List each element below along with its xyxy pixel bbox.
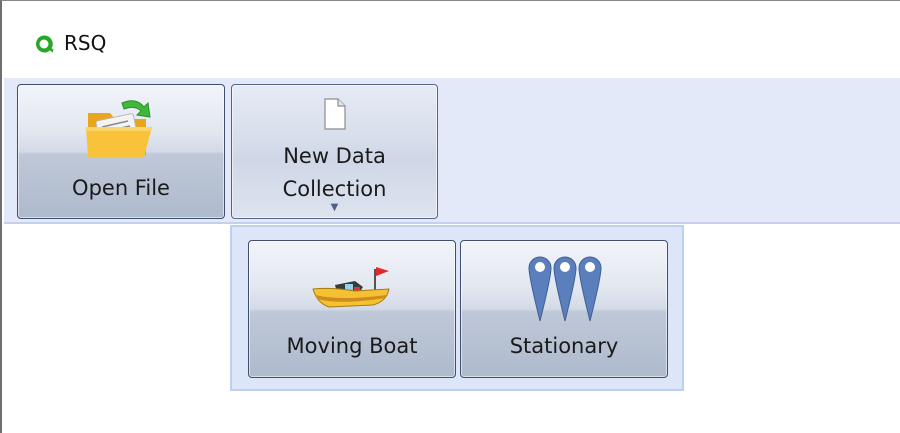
boat-icon [312, 267, 390, 308]
rsq-logo-icon [36, 35, 54, 53]
new-data-collection-button[interactable]: New Data Collection ▼ [231, 84, 438, 219]
open-file-button[interactable]: Open File [17, 84, 225, 219]
app-window: RSQ Open File New Data Collection ▼ Movi… [0, 0, 900, 433]
stationary-button[interactable]: Stationary [460, 240, 668, 378]
folder-open-icon [86, 100, 152, 157]
location-pins-icon [528, 256, 602, 322]
moving-boat-button[interactable]: Moving Boat [248, 240, 456, 378]
ribbon-divider [4, 222, 900, 224]
title-bar: RSQ [4, 2, 900, 78]
new-data-collection-label-line1: New Data [283, 144, 386, 168]
window-title: RSQ [64, 31, 107, 55]
open-file-label: Open File [72, 176, 170, 200]
new-document-icon [324, 98, 346, 130]
dropdown-arrow-icon: ▼ [330, 202, 339, 213]
stationary-label: Stationary [509, 334, 619, 358]
moving-boat-label: Moving Boat [286, 334, 418, 358]
